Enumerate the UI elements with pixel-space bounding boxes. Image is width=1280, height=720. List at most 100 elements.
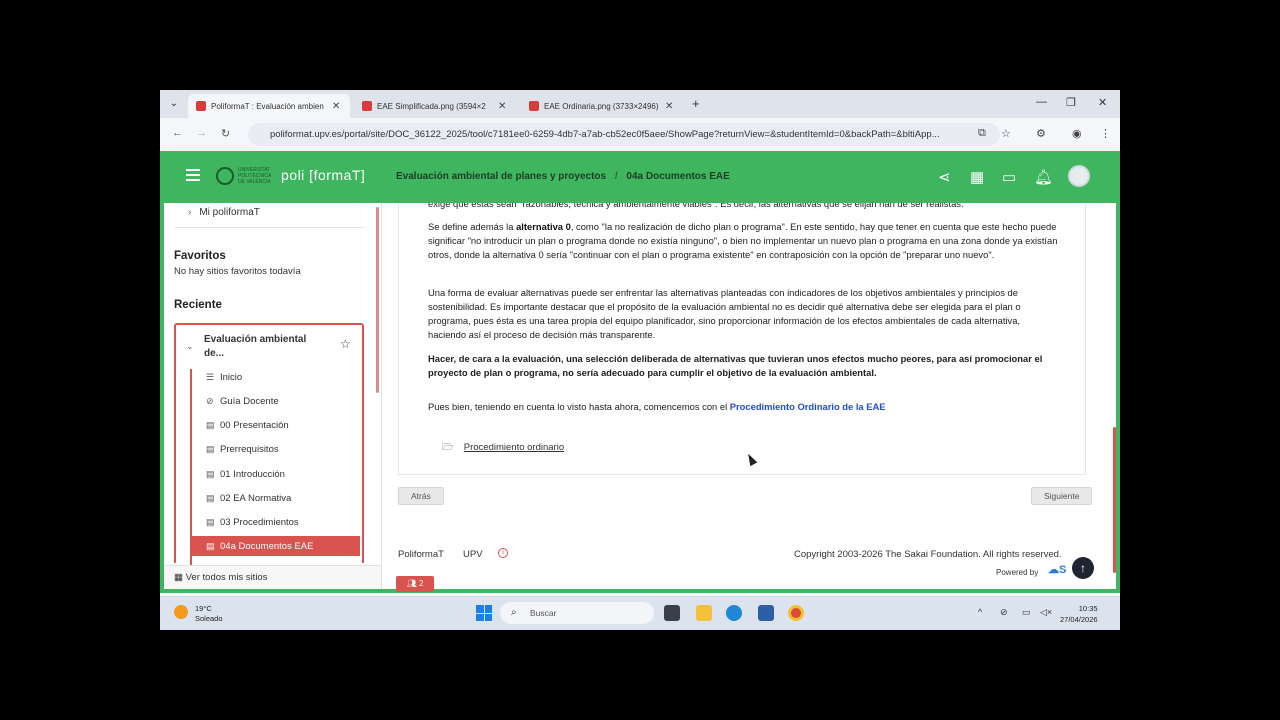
footer-link-poliformat[interactable]: PoliformaT — [398, 549, 444, 560]
list-icon: ☰ — [206, 372, 215, 382]
favoritos-empty-text: No hay sitios favoritos todavía — [174, 266, 301, 277]
breadcrumb-separator: / — [614, 171, 618, 182]
display-icon[interactable]: ▭ — [1022, 607, 1031, 618]
hamburger-menu-icon[interactable] — [186, 169, 200, 184]
chrome-icon[interactable] — [788, 605, 804, 621]
recent-site-card: ⌄ Evaluación ambiental de... ☆ ☰ Inicio ⊘… — [174, 323, 364, 565]
site-title[interactable]: Evaluación ambiental de... — [204, 333, 314, 361]
extensions-icon[interactable]: ⚙ — [1036, 127, 1046, 140]
back-button[interactable]: Atrás — [398, 487, 444, 505]
windows-start-icon[interactable] — [476, 605, 492, 621]
tool-label: Guía Docente — [220, 396, 279, 407]
text: Se define además la — [428, 221, 517, 232]
procedimiento-ordinario-label: Procedimiento ordinario — [463, 442, 565, 453]
copyright-text: Copyright 2003-2026 The Sakai Foundation… — [794, 549, 1062, 560]
tool-guia-docente[interactable]: ⊘ Guía Docente — [192, 391, 360, 411]
network-icon[interactable]: ⊘ — [1000, 607, 1008, 618]
tool-label: Prerrequisitos — [220, 444, 279, 455]
search-icon: ⌕ — [511, 607, 517, 618]
tool-03-procedimientos[interactable]: ▤ 03 Procedimientos — [192, 512, 360, 532]
presence-badge[interactable]: 👥︎ 2 — [396, 576, 434, 592]
task-view-icon[interactable] — [664, 605, 680, 621]
breadcrumb-site[interactable]: Evaluación ambiental de planes y proyect… — [396, 171, 606, 182]
tab-list-chevron-icon[interactable]: ⌄ — [166, 96, 182, 112]
tool-04a-documentos-eae[interactable]: ▤ 04a Documentos EAE — [192, 536, 360, 556]
procedimiento-ordinario-link[interactable]: Procedimiento Ordinario de la EAE — [730, 401, 886, 412]
sidebar-scrollbar[interactable] — [376, 207, 379, 393]
close-tab-icon[interactable]: ✕ — [665, 101, 673, 112]
close-window-icon[interactable]: ✕ — [1098, 96, 1107, 109]
new-tab-icon[interactable]: + — [692, 96, 700, 111]
forward-arrow-icon[interactable]: → — [196, 127, 207, 139]
clock-date: 27/04/2026 — [1060, 615, 1098, 624]
volume-icon[interactable]: ◁× — [1040, 607, 1052, 618]
reciente-heading: Reciente — [174, 299, 222, 311]
close-tab-icon[interactable]: ✕ — [498, 101, 506, 112]
frame-border — [1116, 203, 1120, 593]
close-tab-icon[interactable]: ✕ — [332, 101, 340, 112]
install-app-icon[interactable]: ⧉ — [978, 127, 986, 140]
weather-widget[interactable]: 19°C Soleado — [195, 604, 223, 624]
ver-todos-mis-sitios[interactable]: ▦ Ver todos mis sitios — [160, 565, 381, 589]
procedimiento-ordinario-item[interactable]: 🗁 Procedimiento ordinario — [442, 440, 564, 456]
mi-poliformat-label: Mi poliformaT — [199, 207, 260, 218]
poliformat-logo[interactable]: poli [formaT] — [281, 167, 365, 183]
mi-poliformat-link[interactable]: › Mi poliformaT — [188, 207, 260, 218]
store-icon[interactable] — [758, 605, 774, 621]
tool-inicio[interactable]: ☰ Inicio — [192, 367, 360, 387]
sakai-logo-icon[interactable]: ☁S — [1048, 563, 1066, 576]
chevron-down-icon[interactable]: ⌄ — [186, 341, 194, 352]
sun-icon[interactable] — [174, 605, 188, 619]
tool-00-presentacion[interactable]: ▤ 00 Presentación — [192, 415, 360, 435]
tab-title: PoliformaT : Evaluación ambien — [211, 101, 324, 111]
tab-title: EAE Ordinaria.png (3733×2496) — [544, 101, 659, 111]
next-button[interactable]: Siguiente — [1031, 487, 1093, 505]
windows-taskbar: 19°C Soleado ⌕ Buscar ^ ⊘ ▭ ◁× 10:35 27/… — [160, 596, 1120, 630]
tool-label: 01 Introducción — [220, 469, 285, 480]
upv-crest-icon — [216, 167, 234, 185]
tool-prerrequisitos[interactable]: ▤ Prerrequisitos — [192, 439, 360, 459]
text: Pues bien, teniendo en cuenta lo visto h… — [428, 401, 730, 412]
tab-bar: ⌄ PoliformaT : Evaluación ambien ✕ EAE S… — [160, 90, 1120, 118]
compass-icon: ⊘ — [206, 396, 214, 406]
tool-01-introduccion[interactable]: ▤ 01 Introducción — [192, 464, 360, 484]
scroll-to-top-icon[interactable]: ↑ — [1072, 557, 1094, 579]
tab-eae-ordinaria[interactable]: EAE Ordinaria.png (3733×2496) ✕ — [521, 94, 683, 118]
weather-condition: Soleado — [195, 614, 223, 623]
chevron-right-icon: › — [188, 207, 192, 218]
taskbar-clock[interactable]: 10:35 27/04/2026 — [1060, 603, 1098, 625]
tool-label: 03 Procedimientos — [220, 517, 299, 528]
calendar-icon[interactable]: ▭ — [1002, 168, 1016, 186]
share-icon[interactable]: ⋖ — [938, 168, 951, 186]
file-explorer-icon[interactable] — [696, 605, 712, 621]
frame-border — [160, 203, 164, 593]
site-header: UNIVERSITAT POLITÈCNICA DE VALÈNCIA poli… — [160, 151, 1120, 203]
edge-icon[interactable] — [726, 605, 742, 621]
user-avatar[interactable] — [1068, 165, 1090, 187]
grid-icon: ▦ — [174, 572, 183, 583]
browser-menu-icon[interactable]: ⋮ — [1100, 127, 1111, 140]
apps-grid-icon[interactable]: ▦ — [970, 168, 984, 186]
tray-chevron-icon[interactable]: ^ — [978, 607, 982, 617]
profile-icon[interactable]: ◉ — [1072, 127, 1082, 140]
tool-02-ea-normativa[interactable]: ▤ 02 EA Normativa — [192, 488, 360, 508]
tab-eae-simplificada[interactable]: EAE Simplificada.png (3594×2 ✕ — [354, 94, 516, 118]
restore-icon[interactable]: ❐ — [1066, 96, 1076, 109]
tab-poliformat[interactable]: PoliformaT : Evaluación ambien ✕ — [188, 94, 350, 118]
taskbar-search[interactable]: ⌕ Buscar — [500, 602, 654, 624]
breadcrumb: Evaluación ambiental de planes y proyect… — [396, 171, 730, 182]
address-toolbar: ← → ↻ poliformat.upv.es/portal/site/DOC_… — [160, 118, 1120, 151]
minimize-icon[interactable]: — — [1036, 96, 1047, 108]
reload-icon[interactable]: ↻ — [221, 127, 230, 140]
page-icon: ▤ — [206, 541, 215, 551]
url-bar[interactable]: poliformat.upv.es/portal/site/DOC_36122_… — [248, 123, 1000, 146]
footer-link-upv[interactable]: UPV — [463, 549, 483, 560]
info-icon[interactable]: i — [498, 548, 508, 558]
bookmark-star-icon[interactable]: ☆ — [1001, 127, 1011, 140]
page-icon: ▤ — [206, 444, 215, 454]
back-arrow-icon[interactable]: ← — [172, 127, 183, 139]
notifications-bell-icon[interactable]: 🔔︎ — [1034, 168, 1053, 186]
paragraph-alternativa-0: Se define además la alternativa 0, como … — [428, 220, 1058, 262]
weather-temp: 19°C — [195, 604, 212, 613]
favorite-star-icon[interactable]: ☆ — [340, 337, 351, 351]
